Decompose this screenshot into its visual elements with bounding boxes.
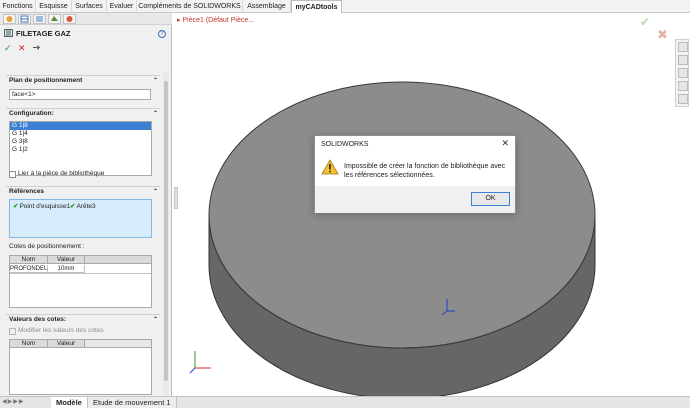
thread-feature-icon <box>4 29 13 37</box>
panel-scrollbar[interactable] <box>163 72 169 396</box>
error-dialog: SOLIDWORKS ✕ Impossible de créer la fonc… <box>314 135 516 213</box>
list-item[interactable]: G 1|4 <box>10 130 151 138</box>
check-icon: ✔ <box>70 203 76 210</box>
link-library-checkbox[interactable] <box>9 171 16 178</box>
positioning-dims-label: Cotes de positionnement : <box>9 243 85 250</box>
ok-button[interactable]: OK <box>471 192 510 206</box>
positioning-dims-table[interactable]: Nom Valeur PROFONDEU 10mm <box>9 255 152 308</box>
tab-mycadtools[interactable]: myCADtools <box>291 0 342 14</box>
property-manager-panel: FILETAGE GAZ ? ✓ ✕ Plan de positionnemen… <box>0 13 172 396</box>
chevron-up-icon[interactable]: ⌃ <box>153 187 158 197</box>
reference-tag[interactable]: ✔Arête3 <box>70 203 96 211</box>
dialog-message: Impossible de créer la fonction de bibli… <box>344 163 506 179</box>
dialog-footer: OK <box>315 186 515 213</box>
home-icon[interactable] <box>678 42 688 52</box>
property-manager-tab[interactable] <box>18 14 31 24</box>
tab-surfaces[interactable]: Surfaces <box>72 0 107 13</box>
disc-top-face <box>208 81 596 349</box>
file-explorer-icon[interactable] <box>678 68 688 78</box>
tab-evaluer[interactable]: Evaluer <box>107 0 137 13</box>
list-item[interactable]: G 1|8 <box>10 122 151 130</box>
table-cell[interactable]: PROFONDEU <box>10 265 48 273</box>
reference-tag[interactable]: ✔Point d'esquisse1 <box>13 203 70 211</box>
row-divider <box>10 273 151 274</box>
panel-collapse-handle[interactable] <box>174 187 178 209</box>
chevron-up-icon[interactable]: ⌃ <box>153 315 158 325</box>
dimxpert-tab[interactable] <box>48 14 61 24</box>
dim-values-table[interactable]: Nom Valeur <box>9 339 152 395</box>
display-manager-tab[interactable] <box>63 14 76 24</box>
feature-manager-tab[interactable] <box>3 14 16 24</box>
task-pane-tabs <box>675 39 689 107</box>
section-valeurs-cotes[interactable]: Valeurs des cotes: ⌃ <box>6 314 160 324</box>
custom-props-icon[interactable] <box>678 94 688 104</box>
panel-title: FILETAGE GAZ <box>16 29 71 38</box>
column-header-filler <box>85 256 151 264</box>
pin-icon <box>33 45 40 50</box>
display-icon <box>66 16 73 22</box>
list-item[interactable]: G 1|2 <box>10 146 151 154</box>
plane-selection-field[interactable]: face<1> <box>9 89 151 100</box>
configuration-list[interactable]: G 1|8 G 1|4 G 3|8 G 1|2 <box>9 121 152 176</box>
axis-triad-icon <box>189 351 211 374</box>
column-header: Nom <box>10 256 48 264</box>
cancel-button[interactable]: ✕ <box>18 43 26 53</box>
check-icon: ✔ <box>13 203 19 210</box>
manager-tabs <box>0 13 172 25</box>
pin-button[interactable] <box>32 43 41 54</box>
dialog-title: SOLIDWORKS <box>321 141 369 148</box>
section-heading: Configuration: <box>9 110 54 117</box>
config-icon <box>36 16 43 22</box>
reference-label: Arête3 <box>76 203 96 210</box>
tab-esquisse[interactable]: Esquisse <box>36 0 72 13</box>
feature-tree-icon <box>6 16 13 22</box>
tab-scroll-arrows[interactable]: ◀▶▶▶ <box>2 398 24 405</box>
reference-label: Point d'esquisse1 <box>19 203 71 210</box>
confirm-check-icon[interactable]: ✔ <box>640 16 652 28</box>
question-icon[interactable]: ? <box>158 30 166 38</box>
tab-model[interactable]: Modèle <box>51 397 88 408</box>
column-header-filler <box>85 340 151 348</box>
command-manager-tabs: Fonctions Esquisse Surfaces Evaluer Comp… <box>0 0 690 14</box>
chevron-up-icon[interactable]: ⌃ <box>153 109 158 119</box>
column-header: Valeur <box>48 340 85 348</box>
tab-assemblage[interactable]: Assemblage <box>243 0 291 13</box>
list-item[interactable]: G 3|8 <box>10 138 151 146</box>
section-heading: Valeurs des cotes: <box>9 316 67 323</box>
tab-motion-study[interactable]: Etude de mouvement 1 <box>88 397 177 408</box>
confirm-close-icon[interactable]: ✖ <box>657 28 669 41</box>
section-references[interactable]: Références ⌃ <box>6 186 160 196</box>
tab-fonctions[interactable]: Fonctions <box>0 0 36 13</box>
table-cell[interactable]: 10mm <box>48 265 85 273</box>
ok-button[interactable]: ✓ <box>4 43 12 53</box>
modify-values-label: Modifier les valeurs des cotes <box>18 327 104 334</box>
appearance-icon[interactable] <box>678 81 688 91</box>
library-icon[interactable] <box>678 55 688 65</box>
section-plan-positionnement[interactable]: Plan de positionnement ⌃ <box>6 75 160 85</box>
section-configuration[interactable]: Configuration: ⌃ <box>6 108 160 118</box>
configuration-manager-tab[interactable] <box>33 14 46 24</box>
column-header: Nom <box>10 340 48 348</box>
tab-complements[interactable]: Compléments de SOLIDWORKS <box>137 0 243 13</box>
bottom-tab-bar: ◀▶▶▶ Modèle Etude de mouvement 1 <box>0 396 690 408</box>
scrollbar-thumb[interactable] <box>164 81 168 381</box>
warning-icon <box>321 159 339 175</box>
section-heading: Plan de positionnement <box>9 77 83 84</box>
modify-values-checkbox[interactable] <box>9 328 16 335</box>
column-header: Valeur <box>48 256 85 264</box>
link-library-label: Lier à la pièce de bibliothèque <box>18 170 105 177</box>
dialog-close-button[interactable]: ✕ <box>501 138 509 148</box>
chevron-up-icon[interactable]: ⌃ <box>153 76 158 86</box>
property-icon <box>20 15 29 23</box>
references-selection-box[interactable]: ✔Point d'esquisse1 ✔Arête3 <box>9 199 152 238</box>
dimxpert-icon <box>51 16 58 21</box>
section-heading: Références <box>9 188 45 195</box>
